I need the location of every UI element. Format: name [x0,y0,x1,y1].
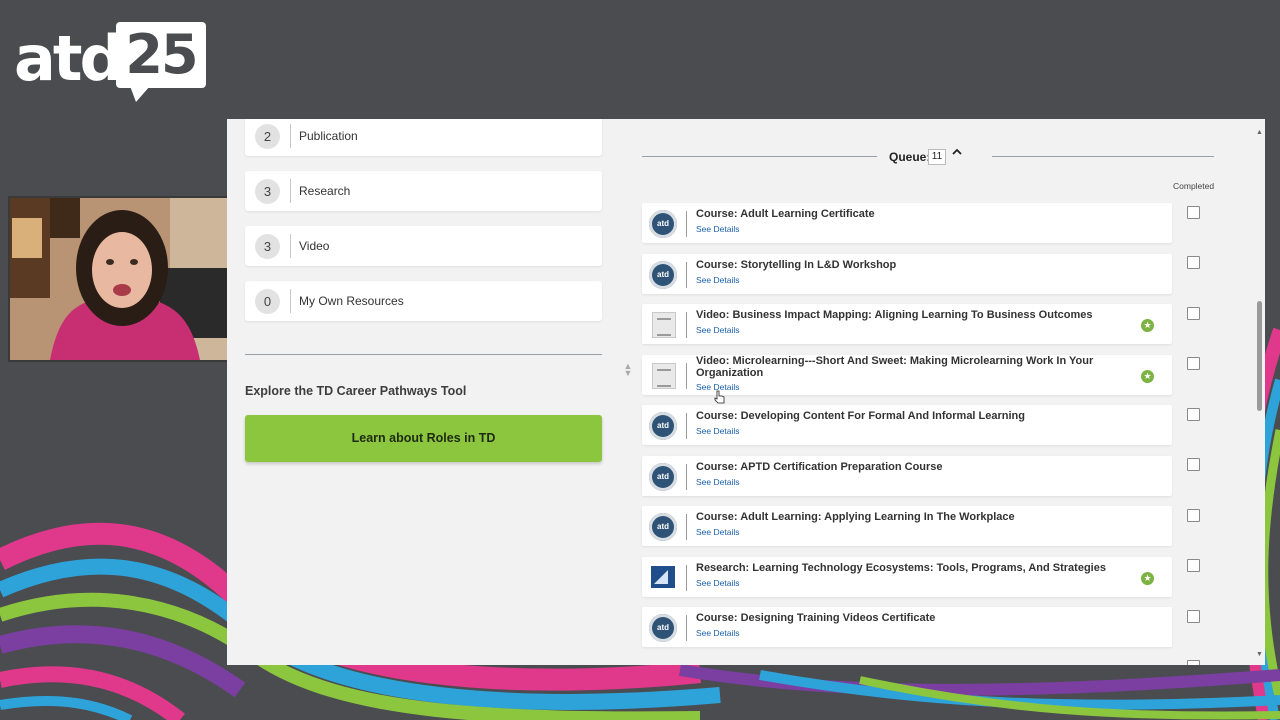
resource-count: 2 [255,124,280,149]
course-icon [649,614,677,642]
queue-item-title: Video: Microlearning---Short And Sweet: … [696,355,1094,379]
course-icon [649,463,677,491]
resource-label: Video [299,239,330,253]
logo-brand: atd [14,22,124,95]
see-details-link[interactable]: See Details [696,578,739,588]
queue-rule-right [992,156,1214,157]
completed-checkbox[interactable] [1187,206,1200,219]
star-badge-icon: ★ [1141,370,1154,383]
see-details-link[interactable]: See Details [696,325,739,335]
queue-item: Course: Storytelling In L&D Workshop See… [642,254,1172,294]
star-badge-icon: ★ [1141,319,1154,332]
completed-checkbox[interactable] [1187,509,1200,522]
completed-checkbox[interactable] [1187,307,1200,320]
queue-item-title: Video: Business Impact Mapping: Aligning… [696,309,1093,321]
completed-checkbox[interactable] [1187,458,1200,471]
see-details-link[interactable]: See Details [696,628,739,638]
research-icon [651,566,675,588]
resource-label: My Own Resources [299,294,404,308]
logo-year: 25 [125,23,198,86]
resource-label: Publication [299,129,358,143]
queue-item-title: Course: Adult Learning Certificate [696,208,875,220]
queue-item-title: Course: Designing Training Videos Certif… [696,612,936,624]
divider [686,211,687,237]
star-badge-icon: ★ [1141,572,1154,585]
resource-type-publication[interactable]: 2 Publication [245,119,602,156]
queue-count-badge: 11 [928,149,946,165]
video-icon [652,312,676,338]
divider [290,179,291,203]
see-details-link[interactable]: See Details [696,477,739,487]
completed-checkbox[interactable] [1187,610,1200,623]
divider [290,289,291,313]
queue-label: Queue: [889,150,931,164]
queue-item: Research: Learning Technology Ecosystems… [642,557,1172,597]
resource-count: 0 [255,289,280,314]
webcam-video-icon [10,198,238,360]
shared-screen: 2 Publication 3 Research 3 Video 0 My Ow… [227,119,1265,665]
video-icon [652,363,676,389]
resource-count: 3 [255,179,280,204]
queue-item-title: Course: APTD Certification Preparation C… [696,461,943,473]
queue-item: Course: APTD Certification Preparation C… [642,456,1172,496]
mouse-pointer-icon [714,390,725,404]
scroll-up-arrow-icon[interactable]: ▲ [1256,129,1263,136]
divider [686,363,687,389]
atd25-logo: atd 25 [14,20,214,110]
explore-heading: Explore the TD Career Pathways Tool [245,384,467,398]
resource-type-video[interactable]: 3 Video [245,226,602,266]
queue-item-title: Course: Storytelling In L&D Workshop [696,259,897,271]
see-details-link[interactable]: See Details [696,527,739,537]
queue-item: Course: Designing Training Videos Certif… [642,607,1172,647]
section-divider [245,354,602,355]
learn-roles-button[interactable]: Learn about Roles in TD [245,415,602,462]
divider [686,262,687,288]
completed-checkbox[interactable] [1187,408,1200,421]
drag-handle-icon[interactable]: ▲ ▼ [623,362,633,378]
divider [290,234,291,258]
presenter-webcam [10,198,238,360]
resource-label: Research [299,184,351,198]
completed-checkbox[interactable] [1187,256,1200,269]
see-details-link[interactable]: See Details [696,224,739,234]
chevron-up-icon[interactable] [951,146,963,161]
divider [686,312,687,338]
see-details-link[interactable]: See Details [696,426,739,436]
resource-type-my-own-resources[interactable]: 0 My Own Resources [245,281,602,321]
divider [686,565,687,591]
divider [686,413,687,439]
course-icon [649,261,677,289]
queue-item: Course: Adult Learning: Applying Learnin… [642,506,1172,546]
logo-badge-tail [130,86,150,102]
divider [686,615,687,641]
see-details-link[interactable]: See Details [696,275,739,285]
completed-checkbox[interactable] [1187,660,1200,665]
queue-item: Course: Adult Learning Certificate See D… [642,203,1172,243]
divider [686,464,687,490]
queue-item: Course: Developing Content For Formal An… [642,405,1172,445]
completed-checkbox[interactable] [1187,357,1200,370]
course-icon [649,412,677,440]
queue-rule-left [642,156,877,157]
divider [686,514,687,540]
queue-item-title: Course: Developing Content For Formal An… [696,410,1025,422]
completed-checkbox[interactable] [1187,559,1200,572]
resource-count: 3 [255,234,280,259]
completed-column-header: Completed [1173,181,1215,191]
queue-item-title: Course: Adult Learning: Applying Learnin… [696,511,1015,523]
queue-item: Video: Business Impact Mapping: Aligning… [642,304,1172,344]
course-icon [649,513,677,541]
course-icon [649,210,677,238]
scroll-down-arrow-icon[interactable]: ▼ [1256,651,1263,658]
divider [290,124,291,148]
queue-item: Video: Microlearning---Short And Sweet: … [642,355,1172,395]
resource-type-research[interactable]: 3 Research [245,171,602,211]
scrollbar-thumb[interactable] [1257,301,1262,411]
queue-item-title: Research: Learning Technology Ecosystems… [696,562,1106,574]
